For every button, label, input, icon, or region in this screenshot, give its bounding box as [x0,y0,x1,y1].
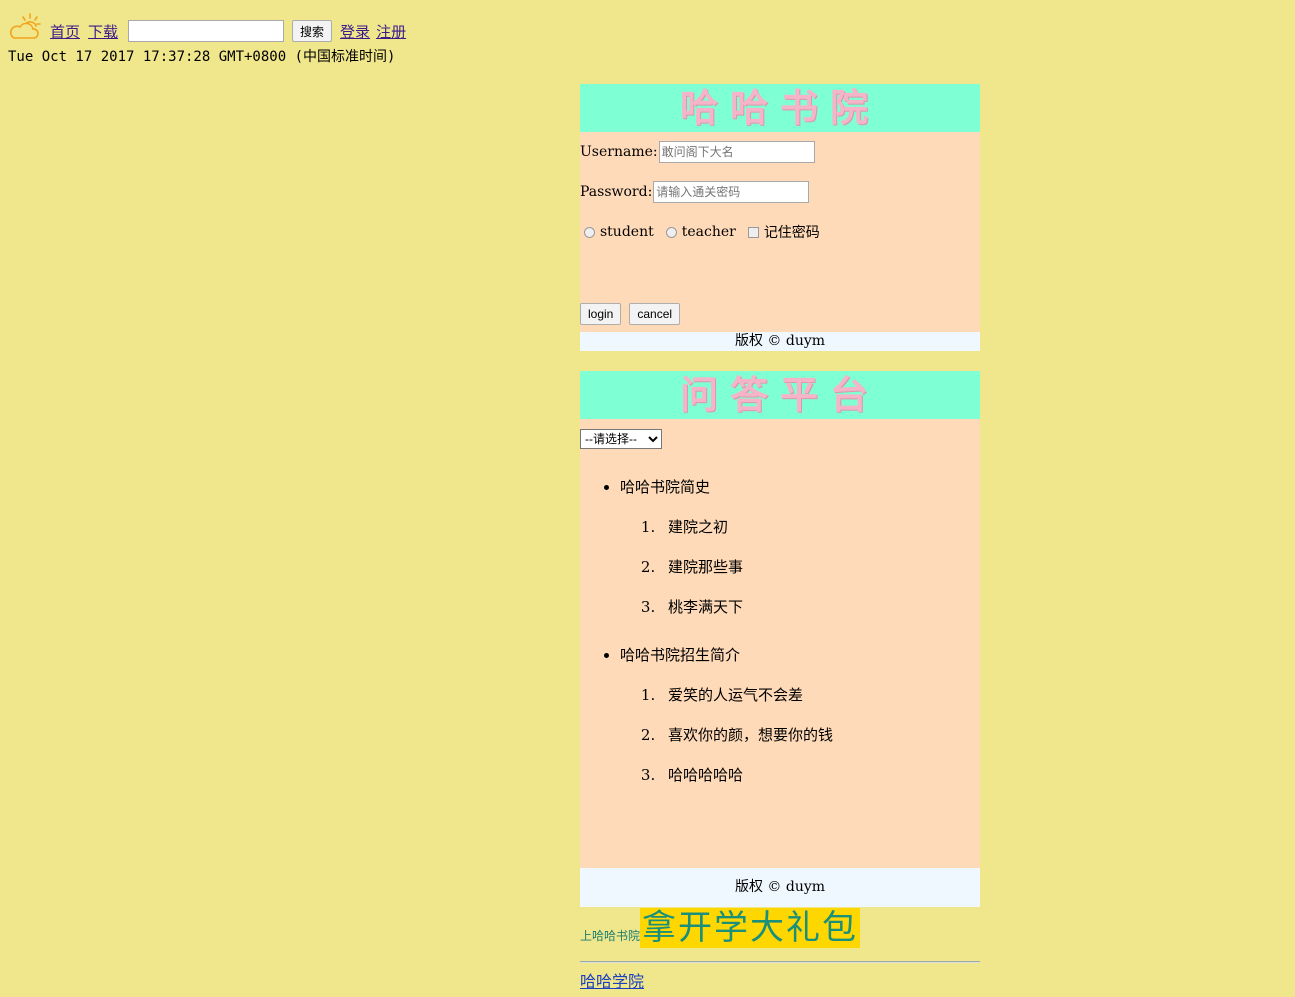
divider [580,961,980,963]
password-row: Password: [580,172,980,212]
nav-home-link[interactable]: 首页 [50,21,80,42]
subsection-list: 建院之初 建院那些事 桃李满天下 [620,515,980,619]
radio-icon[interactable] [584,226,595,238]
username-row: Username: [580,132,980,172]
list-item: 哈哈书院招生简介 爱笑的人运气不会差 喜欢你的颜，想要你的钱 哈哈哈哈哈 [620,643,980,787]
list-item: 哈哈哈哈哈 [660,763,980,787]
remember-password-option[interactable]: 记住密码 [747,222,820,242]
subsection-list: 爱笑的人运气不会差 喜欢你的颜，想要你的钱 哈哈哈哈哈 [620,683,980,787]
role-options: student teacher 记住密码 [580,212,980,252]
radio-icon[interactable] [665,226,677,238]
list-item: 桃李满天下 [660,595,980,619]
list-item: 喜欢你的颜，想要你的钱 [660,723,980,747]
cancel-button[interactable]: cancel [629,303,681,325]
top-bar: 首页 下载 搜索 登录 注册 [8,8,406,42]
login-link[interactable]: 登录 [340,21,370,42]
qa-content: --请选择-- 哈哈书院简史 建院之初 建院那些事 桃李满天下 哈哈书院招生简介… [580,419,980,868]
checkbox-icon[interactable] [747,226,759,238]
password-input[interactable] [653,181,810,203]
promo-small-text: 上哈哈书院 [580,929,641,943]
username-label: Username: [580,144,658,160]
promo-big-text: 拿开学大礼包 [640,908,861,948]
weather-partly-cloudy-icon [9,13,41,39]
section-list: 哈哈书院简史 建院之初 建院那些事 桃李满天下 哈哈书院招生简介 爱笑的人运气不… [580,475,980,787]
register-link[interactable]: 注册 [376,21,406,42]
search-button[interactable]: 搜索 [292,20,333,42]
list-item: 建院之初 [660,515,980,539]
login-panel: 哈哈书院 Username: Password: student teacher… [580,84,980,351]
role-teacher-label: teacher [681,224,736,240]
promo-banner: 上哈哈书院 拿开学大礼包 [580,908,861,948]
list-item: 哈哈书院简史 建院之初 建院那些事 桃李满天下 [620,475,980,619]
password-label: Password: [580,184,653,200]
section-title: 哈哈书院简史 [620,478,711,496]
role-student-option[interactable]: student [584,224,654,240]
role-student-label: student [600,224,654,240]
section-title: 哈哈书院招生简介 [620,646,741,664]
login-button[interactable]: login [580,303,622,325]
current-datetime: Tue Oct 17 2017 17:37:28 GMT+0800 (中国标准时… [8,49,396,65]
list-item: 爱笑的人运气不会差 [660,683,980,707]
topic-select[interactable]: --请选择-- [580,429,662,449]
search-input[interactable] [128,20,285,42]
role-teacher-option[interactable]: teacher [665,224,736,240]
username-input[interactable] [658,141,815,163]
list-item: 建院那些事 [660,555,980,579]
nav-download-link[interactable]: 下载 [88,21,118,42]
login-footer: 版权 © duym [580,332,980,351]
remember-password-label: 记住密码 [763,225,820,241]
qa-panel: 问答平台 --请选择-- 哈哈书院简史 建院之初 建院那些事 桃李满天下 哈哈书… [580,371,980,907]
qa-banner-title: 问答平台 [580,371,980,419]
login-form: Username: Password: student teacher 记住密码… [580,132,980,332]
login-banner-title: 哈哈书院 [580,84,980,132]
academy-link[interactable]: 哈哈学院 [580,968,644,992]
qa-footer: 版权 © duym [580,868,980,907]
